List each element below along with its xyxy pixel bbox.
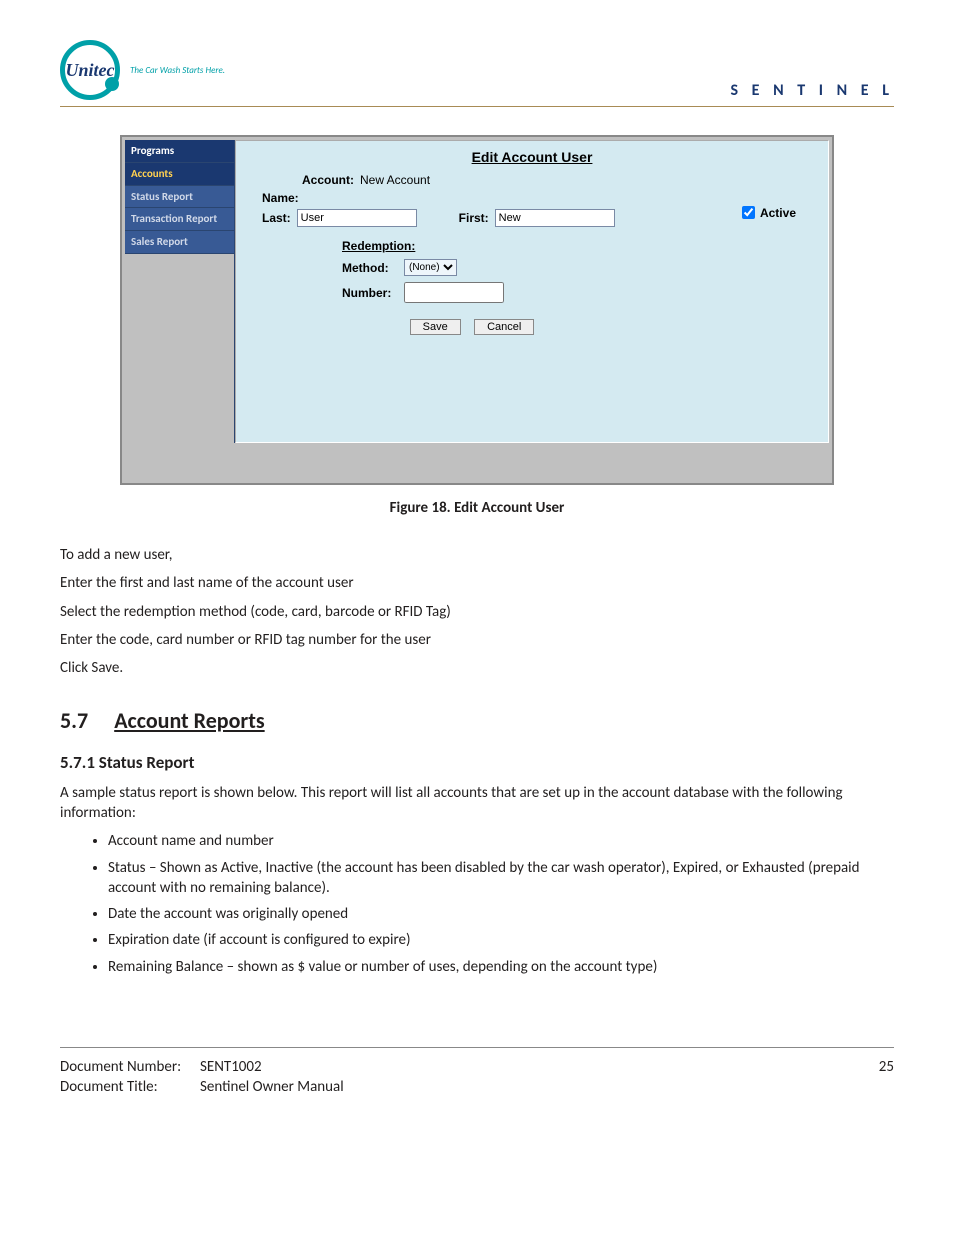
first-name-input[interactable]: [495, 209, 615, 227]
status-report-bullets: Account name and number Status – Shown a…: [108, 831, 894, 977]
body-text: To add a new user, Enter the first and l…: [60, 545, 894, 977]
cancel-button[interactable]: Cancel: [474, 319, 534, 335]
step-4: Click Save.: [60, 658, 894, 678]
page-footer: Document Number: SENT1002 25 Document Ti…: [60, 1047, 894, 1096]
doc-num-value: SENT1002: [200, 1058, 834, 1076]
logo-text: Unitec: [66, 60, 115, 81]
figure-caption: Figure 18. Edit Account User: [120, 499, 834, 517]
screenshot-sidebar: Programs Accounts Status Report Transact…: [125, 140, 235, 443]
intro-line: To add a new user,: [60, 545, 894, 565]
save-button[interactable]: Save: [410, 319, 461, 335]
method-select[interactable]: (None): [404, 259, 457, 276]
logo-ring-icon: Unitec: [60, 40, 120, 100]
method-label: Method:: [342, 261, 398, 275]
bullet-5: Remaining Balance – shown as $ value or …: [108, 957, 894, 977]
bullet-3: Date the account was originally opened: [108, 904, 894, 924]
sidebar-filler: [125, 254, 234, 443]
last-label: Last:: [262, 211, 291, 225]
doc-num-label: Document Number:: [60, 1058, 200, 1076]
page-header: Unitec The Car Wash Starts Here. S E N T…: [60, 40, 894, 107]
redemption-group: Redemption: Method: (None) Number: Save …: [342, 239, 602, 335]
bullet-1: Account name and number: [108, 831, 894, 851]
bullet-4: Expiration date (if account is configure…: [108, 930, 894, 950]
redemption-header: Redemption:: [342, 239, 602, 253]
screenshot-frame: Programs Accounts Status Report Transact…: [120, 135, 834, 485]
active-label: Active: [760, 206, 796, 220]
subsection-title: Status Report: [99, 752, 195, 773]
sidebar-item-sales-report[interactable]: Sales Report: [125, 231, 234, 254]
step-2: Select the redemption method (code, card…: [60, 602, 894, 622]
section-number: 5.7: [60, 706, 88, 736]
logo-tagline: The Car Wash Starts Here.: [130, 65, 225, 76]
panel-title: Edit Account User: [262, 149, 802, 165]
status-report-intro: A sample status report is shown below. T…: [60, 783, 894, 824]
bullet-2: Status – Shown as Active, Inactive (the …: [108, 858, 894, 899]
subsection-number: 5.7.1: [60, 752, 95, 773]
step-3: Enter the code, card number or RFID tag …: [60, 630, 894, 650]
page-number: 25: [834, 1058, 894, 1076]
sidebar-item-programs[interactable]: Programs: [125, 140, 234, 163]
account-value: New Account: [360, 173, 430, 187]
doc-title-label: Document Title:: [60, 1078, 200, 1096]
first-label: First:: [459, 211, 489, 225]
sidebar-item-transaction-report[interactable]: Transaction Report: [125, 208, 234, 231]
subsection-heading-5-7-1: 5.7.1 Status Report: [60, 752, 894, 775]
doc-title-value: Sentinel Owner Manual: [200, 1078, 834, 1096]
active-checkbox-group[interactable]: Active: [738, 203, 796, 222]
screenshot-main-panel: Edit Account User Account: New Account N…: [235, 140, 829, 443]
name-label: Name:: [262, 191, 299, 205]
brand-right: S E N T I N E L: [730, 81, 894, 100]
active-checkbox[interactable]: [742, 206, 755, 219]
number-input[interactable]: [404, 282, 504, 303]
sidebar-item-status-report[interactable]: Status Report: [125, 186, 234, 209]
step-1: Enter the first and last name of the acc…: [60, 573, 894, 593]
section-title: Account Reports: [114, 706, 264, 736]
last-name-input[interactable]: [297, 209, 417, 227]
account-label: Account:: [302, 173, 354, 187]
figure-edit-account-user: Programs Accounts Status Report Transact…: [120, 135, 834, 517]
section-heading-5-7: 5.7 Account Reports: [60, 706, 894, 736]
sidebar-item-accounts[interactable]: Accounts: [125, 163, 234, 186]
number-label: Number:: [342, 286, 398, 300]
logo: Unitec The Car Wash Starts Here.: [60, 40, 225, 100]
